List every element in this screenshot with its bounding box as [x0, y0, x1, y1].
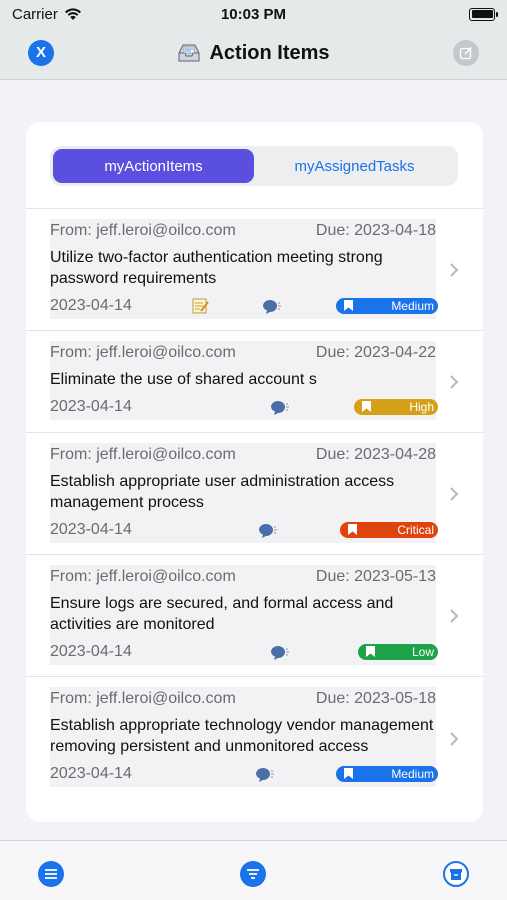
carrier-label: Carrier — [12, 5, 58, 23]
status-bar: Carrier 10:03 PM — [0, 0, 507, 28]
from-label: From: jeff.leroi@oilco.com — [50, 568, 236, 585]
created-date: 2023-04-14 — [50, 398, 132, 415]
created-date: 2023-04-14 — [50, 521, 132, 538]
due-label: Due: 2023-04-28 — [315, 446, 436, 463]
due-label: Due: 2023-05-18 — [315, 690, 436, 707]
action-items-list: From: jeff.leroi@oilco.com Due: 2023-04-… — [26, 208, 483, 820]
archive-box-icon — [450, 868, 462, 880]
bookmark-icon — [366, 646, 375, 657]
created-date: 2023-04-14 — [50, 643, 132, 660]
bookmark-icon — [344, 300, 353, 311]
filter-list-icon[interactable] — [240, 861, 266, 887]
comment-icon — [259, 524, 277, 538]
item-title: Establish appropriate user administratio… — [50, 473, 395, 511]
priority-label: Medium — [391, 767, 434, 781]
created-date: 2023-04-14 — [50, 765, 132, 782]
list-item[interactable]: From: jeff.leroi@oilco.com Due: 2023-04-… — [26, 208, 483, 330]
nav-bar: X Action Items — [0, 28, 507, 80]
priority-label: Critical — [397, 523, 434, 537]
action-items-card: myActionItems myAssignedTasks From: jeff… — [26, 122, 483, 822]
chevron-right-icon — [450, 375, 459, 389]
list-icon[interactable] — [38, 861, 64, 887]
list-lines-icon — [45, 869, 57, 879]
list-item-header: From: jeff.leroi@oilco.com Due: 2023-04-… — [50, 341, 436, 365]
list-item-footer: 2023-04-14 Medium — [50, 761, 438, 787]
item-title: Establish appropriate technology vendor … — [50, 717, 434, 755]
due-label: Due: 2023-04-18 — [315, 222, 436, 239]
priority-badge: Critical — [340, 522, 438, 538]
priority-label: Medium — [391, 299, 434, 313]
comment-icon — [271, 401, 289, 415]
list-item[interactable]: From: jeff.leroi@oilco.com Due: 2023-05-… — [26, 676, 483, 820]
from-label: From: jeff.leroi@oilco.com — [50, 222, 236, 239]
list-item-body: From: jeff.leroi@oilco.com Due: 2023-04-… — [50, 443, 438, 543]
item-title: Eliminate the use of shared account s — [50, 371, 317, 388]
priority-badge: High — [354, 399, 438, 415]
wifi-icon — [64, 8, 81, 20]
comment-icon — [263, 300, 281, 314]
priority-label: High — [409, 400, 434, 414]
list-item-body: From: jeff.leroi@oilco.com Due: 2023-04-… — [50, 341, 438, 420]
bookmark-icon — [362, 401, 371, 412]
nav-title-wrap: Action Items — [0, 40, 507, 66]
segmented-control: myActionItems myAssignedTasks — [50, 146, 458, 186]
list-item[interactable]: From: jeff.leroi@oilco.com Due: 2023-04-… — [26, 432, 483, 554]
chevron-right-icon — [450, 609, 459, 623]
item-title: Ensure logs are secured, and formal acce… — [50, 595, 394, 633]
compose-button[interactable] — [453, 40, 479, 66]
chevron-right-icon — [450, 487, 459, 501]
list-item-body: From: jeff.leroi@oilco.com Due: 2023-05-… — [50, 687, 438, 787]
priority-label: Low — [411, 645, 434, 659]
priority-badge: Low — [358, 644, 438, 660]
bookmark-icon — [348, 524, 357, 535]
list-item[interactable]: From: jeff.leroi@oilco.com Due: 2023-05-… — [26, 554, 483, 676]
list-item-body: From: jeff.leroi@oilco.com Due: 2023-04-… — [50, 219, 438, 319]
note-icon — [192, 298, 209, 314]
list-item-header: From: jeff.leroi@oilco.com Due: 2023-05-… — [50, 687, 436, 711]
list-item-footer: 2023-04-14 Critical — [50, 517, 438, 543]
filter-lines-icon — [247, 869, 259, 879]
list-item-body: From: jeff.leroi@oilco.com Due: 2023-05-… — [50, 565, 438, 665]
chevron-right-icon — [450, 732, 459, 746]
tab-my-assigned-tasks[interactable]: myAssignedTasks — [254, 149, 455, 183]
inbox-tray-icon — [178, 44, 200, 62]
page-title: Action Items — [209, 41, 330, 64]
chevron-right-icon — [450, 263, 459, 277]
tab-my-action-items[interactable]: myActionItems — [53, 149, 254, 183]
from-label: From: jeff.leroi@oilco.com — [50, 690, 236, 707]
created-date: 2023-04-14 — [50, 297, 132, 314]
due-label: Due: 2023-05-13 — [315, 568, 436, 585]
item-title: Utilize two-factor authentication meetin… — [50, 249, 383, 287]
compose-icon — [459, 46, 473, 60]
list-item[interactable]: From: jeff.leroi@oilco.com Due: 2023-04-… — [26, 330, 483, 432]
archive-icon[interactable] — [443, 861, 469, 887]
list-item-header: From: jeff.leroi@oilco.com Due: 2023-05-… — [50, 565, 436, 589]
bookmark-icon — [344, 768, 353, 779]
priority-badge: Medium — [336, 298, 438, 314]
from-label: From: jeff.leroi@oilco.com — [50, 446, 236, 463]
comment-icon — [271, 646, 289, 660]
comment-icon — [256, 768, 274, 782]
list-item-footer: 2023-04-14 Low — [50, 639, 438, 665]
list-item-header: From: jeff.leroi@oilco.com Due: 2023-04-… — [50, 443, 436, 467]
list-item-footer: 2023-04-14 Medium — [50, 293, 438, 319]
bottom-tab-bar — [0, 840, 507, 900]
priority-badge: Medium — [336, 766, 438, 782]
battery-icon — [469, 7, 498, 21]
list-item-footer: 2023-04-14 High — [50, 394, 438, 420]
due-label: Due: 2023-04-22 — [315, 344, 436, 361]
from-label: From: jeff.leroi@oilco.com — [50, 344, 236, 361]
list-item-header: From: jeff.leroi@oilco.com Due: 2023-04-… — [50, 219, 436, 243]
status-left: Carrier — [12, 6, 82, 23]
